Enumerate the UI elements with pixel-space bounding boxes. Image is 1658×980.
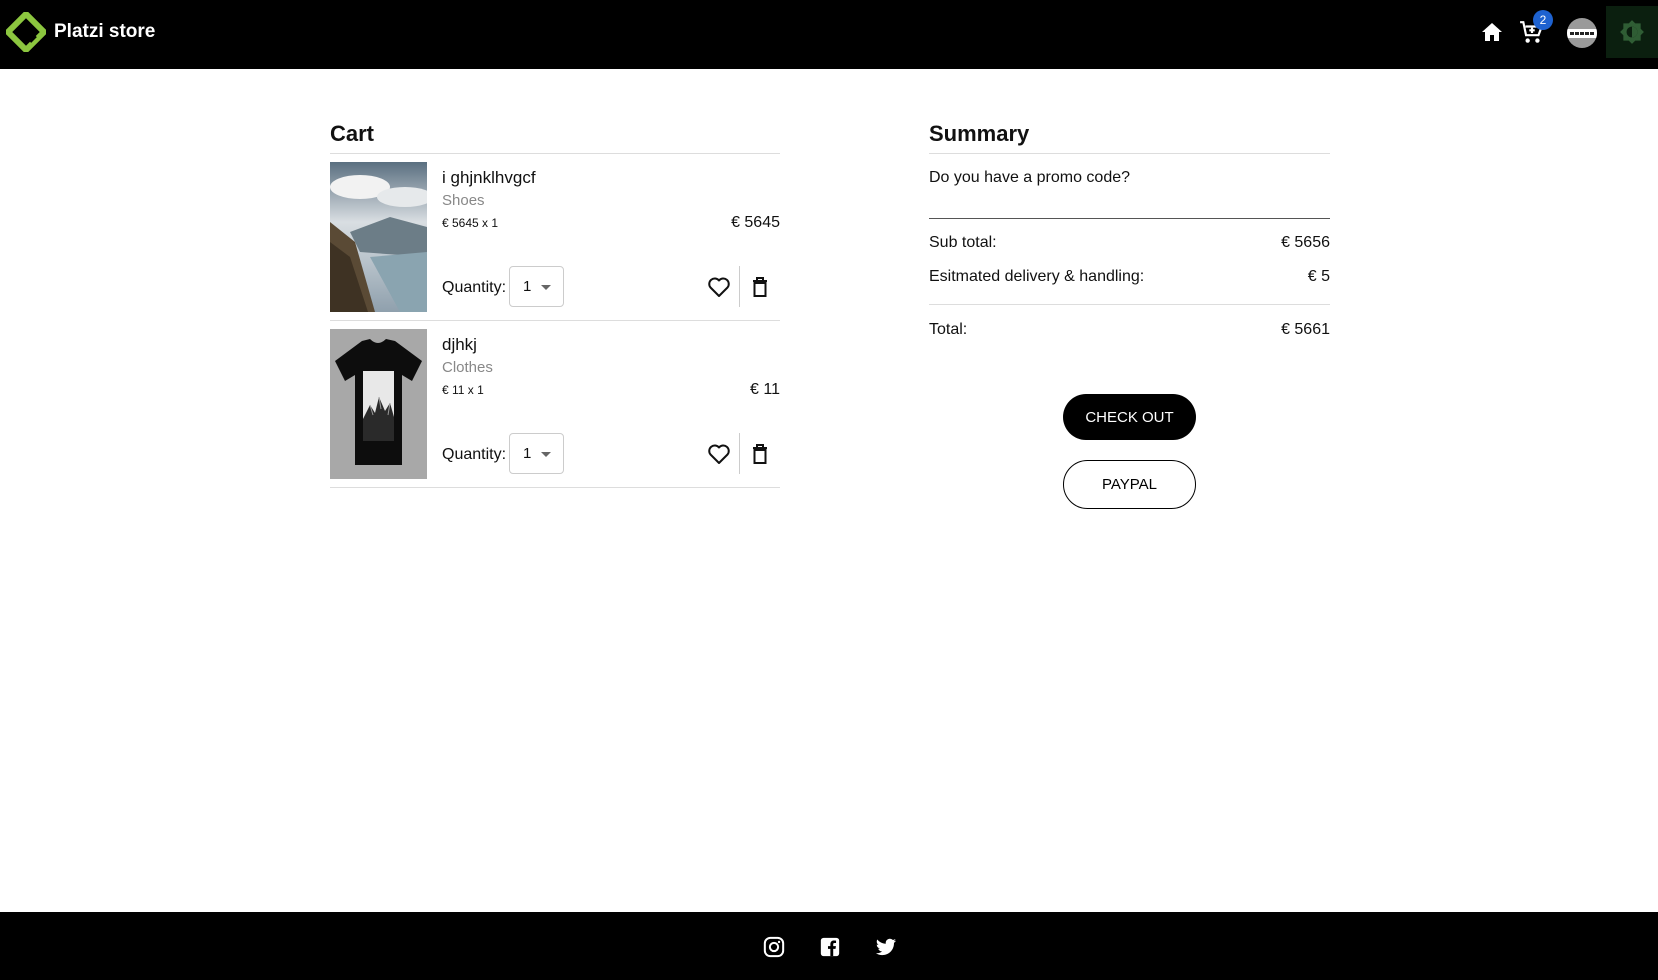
brand-link[interactable]: Platzi store <box>6 12 155 52</box>
instagram-icon[interactable] <box>763 936 785 958</box>
subtotal-value: € 5656 <box>1281 234 1330 251</box>
quantity-select[interactable]: 1 <box>509 433 564 474</box>
product-category: Shoes <box>442 192 485 209</box>
quantity-value: 1 <box>523 278 532 295</box>
facebook-icon[interactable] <box>819 936 841 958</box>
chevron-down-icon <box>541 285 551 290</box>
product-name[interactable]: i ghjnklhvgcf <box>442 168 536 188</box>
subtotal-row: Sub total: € 5656 <box>929 234 1330 268</box>
divider <box>739 266 740 307</box>
brand-name: Platzi store <box>54 21 156 42</box>
home-icon[interactable] <box>1478 18 1506 46</box>
unit-price-line: € 5645 x 1 <box>442 216 499 230</box>
quantity-select[interactable]: 1 <box>509 266 564 307</box>
product-name[interactable]: djhkj <box>442 335 477 355</box>
quantity-label: Quantity: <box>442 279 507 296</box>
user-avatar[interactable] <box>1567 18 1597 48</box>
delivery-label: Esitmated delivery & handling: <box>929 268 1145 285</box>
divider <box>739 433 740 474</box>
subtotal-label: Sub total: <box>929 234 997 251</box>
cart-item: djhkj Clothes € 11 x 1 € 11 Quantity: 1 <box>330 321 780 488</box>
paypal-button[interactable]: PAYPAL <box>1063 460 1196 509</box>
heart-icon[interactable] <box>707 443 731 465</box>
checkout-button[interactable]: CHECK OUT <box>1063 394 1196 440</box>
cart-title: Cart <box>330 121 375 146</box>
product-image[interactable] <box>330 329 427 479</box>
heart-icon[interactable] <box>707 276 731 298</box>
quantity-value: 1 <box>523 445 532 462</box>
trash-icon[interactable] <box>750 276 770 298</box>
order-summary: Summary Do you have a promo code? Sub to… <box>929 121 1330 509</box>
delivery-row: Esitmated delivery & handling: € 5 <box>929 268 1330 302</box>
product-image[interactable] <box>330 162 427 312</box>
cart-section: Cart i ghjnklhvgcf Shoes € 5645 x 1 € 56… <box>330 121 780 488</box>
promo-code-prompt[interactable]: Do you have a promo code? <box>929 154 1330 219</box>
product-category: Clothes <box>442 359 493 376</box>
line-total: € 5645 <box>731 214 780 231</box>
summary-breakdown: Sub total: € 5656 Esitmated delivery & h… <box>929 219 1330 305</box>
chevron-down-icon <box>541 452 551 457</box>
cart-count-badge: 2 <box>1533 10 1553 30</box>
quantity-label: Quantity: <box>442 446 507 463</box>
delivery-value: € 5 <box>1307 268 1330 285</box>
footer <box>0 912 1658 980</box>
unit-price-line: € 11 x 1 <box>442 383 484 397</box>
top-navbar: Platzi store 2 <box>0 0 1658 69</box>
cart-item: i ghjnklhvgcf Shoes € 5645 x 1 € 5645 Qu… <box>330 154 780 321</box>
total-value: € 5661 <box>1281 321 1330 338</box>
total-label: Total: <box>929 321 968 338</box>
trash-icon[interactable] <box>750 443 770 465</box>
theme-toggle-icon[interactable] <box>1606 6 1658 58</box>
platzi-logo-icon <box>6 12 46 52</box>
total-row: Total: € 5661 <box>929 321 1330 355</box>
line-total: € 11 <box>750 381 780 398</box>
summary-title: Summary <box>929 121 1030 146</box>
twitter-icon[interactable] <box>875 936 897 958</box>
